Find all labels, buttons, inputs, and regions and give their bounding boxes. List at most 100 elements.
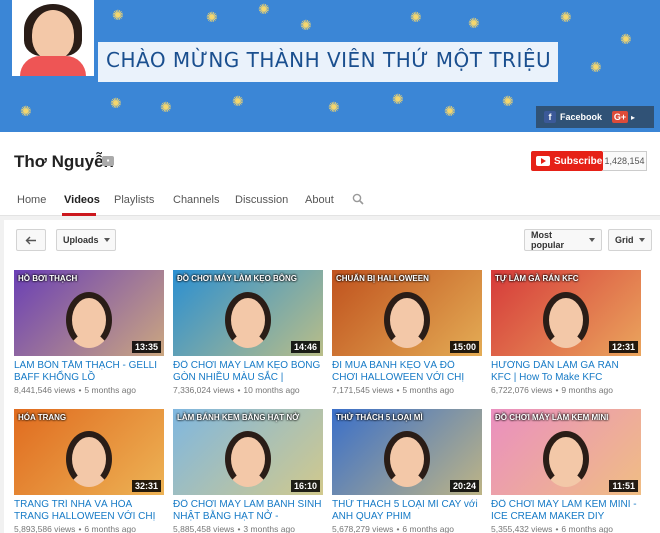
chevron-down-icon [103, 238, 110, 242]
video-thumbnail[interactable]: CHUẨN BỊ HALLOWEEN 15:00 [332, 270, 482, 356]
video-duration: 14:46 [290, 341, 320, 353]
video-card[interactable]: ĐỒ CHƠI MÁY LÀM KẸO BÔNG 14:46 ĐỒ CHƠI MÁY… [173, 270, 323, 395]
video-card[interactable]: HỒ BƠI THẠCH 13:35 LÀM BỒN TẮM THẠCH - GEL… [14, 270, 164, 395]
thumbnail-figure [543, 292, 589, 348]
channel-avatar[interactable] [12, 0, 94, 76]
video-duration: 13:35 [131, 341, 161, 353]
video-views: 5,885,458 views [173, 524, 235, 533]
video-title[interactable]: HƯỚNG DẪN LÀM GÀ RÁN KFC | How To Make K… [491, 360, 641, 384]
video-thumbnail[interactable]: HỒ BƠI THẠCH 13:35 [14, 270, 164, 356]
video-thumbnail[interactable]: TỰ LÀM GÀ RÁN KFC 12:31 [491, 270, 641, 356]
video-thumbnail[interactable]: ĐỒ CHƠI MÁY LÀM KEM MINI 11:51 [491, 409, 641, 495]
video-views: 8,441,546 views [14, 385, 76, 395]
facebook-link-label: Facebook [560, 112, 603, 122]
video-thumbnail[interactable]: HÓA TRANG 32:31 [14, 409, 164, 495]
video-age: 6 months ago [402, 524, 454, 533]
video-grid: HỒ BƠI THẠCH 13:35 LÀM BỒN TẮM THẠCH - GEL… [4, 260, 660, 533]
video-views: 5,893,586 views [14, 524, 76, 533]
video-duration: 12:31 [608, 341, 638, 353]
tab-home[interactable]: Home [17, 194, 46, 206]
video-age: 6 months ago [84, 524, 136, 533]
thumbnail-caption: HỒ BƠI THẠCH [18, 274, 78, 283]
video-card[interactable]: CHUẨN BỊ HALLOWEEN 15:00 ĐI MUA BÁNH KẸO V… [332, 270, 482, 395]
chevron-down-icon [638, 238, 645, 242]
facebook-icon: f [544, 111, 556, 123]
channel-header: Thơ Nguyễn ▪ Subscribe 1,428,154 Home Vi… [0, 132, 660, 216]
view-mode-label: Grid [615, 235, 634, 245]
uploads-dropdown-label: Uploads [63, 235, 99, 245]
video-views: 5,355,432 views [491, 524, 553, 533]
video-title[interactable]: TRANG TRÍ NHÀ VÀ HÓA TRANG HALLOWEEN VỚI… [14, 499, 164, 523]
channel-tabs: Home Videos Playlists Channels Discussio… [0, 188, 660, 216]
meta-separator: • [237, 524, 241, 533]
video-duration: 16:10 [290, 480, 320, 492]
chevron-down-icon [589, 238, 595, 242]
banner-tagline-box: CHÀO MỪNG THÀNH VIÊN THỨ MỘT TRIỆU [98, 42, 558, 82]
video-title[interactable]: ĐỒ CHƠI MÁY LÀM BÁNH SINH NHẬT BẰNG HẠT … [173, 499, 323, 523]
video-duration: 20:24 [449, 480, 479, 492]
video-meta: 5,893,586 views • 6 months ago [14, 524, 164, 533]
thumbnail-figure [66, 431, 112, 487]
video-views: 7,336,024 views [173, 385, 235, 395]
video-meta: 5,885,458 views • 3 months ago [173, 524, 323, 533]
video-meta: 7,171,545 views • 5 months ago [332, 385, 482, 395]
video-thumbnail[interactable]: LÀM BÁNH KEM BẰNG HẠT NỞ 16:10 [173, 409, 323, 495]
channel-banner: ✺ ✺ ✺ ✺ ✺ ✺ ✺ ✺ ✺ ✺ ✺ ✺ ✺ ✺ ✺ ✺ ✺ CHÀO M… [0, 0, 660, 132]
subscribe-button[interactable]: Subscribe [531, 151, 603, 171]
video-card[interactable]: HÓA TRANG 32:31 TRANG TRÍ NHÀ VÀ HÓA TRANG… [14, 409, 164, 533]
video-duration: 15:00 [449, 341, 479, 353]
thumbnail-figure [543, 431, 589, 487]
video-duration: 11:51 [609, 480, 638, 492]
video-title[interactable]: ĐỒ CHƠI MÁY LÀM KẸO BÔNG GÒN NHIỀU MÀU S… [173, 360, 323, 384]
banner-tagline: CHÀO MỪNG THÀNH VIÊN THỨ MỘT TRIỆU [106, 48, 552, 72]
external-link-arrow-icon: ▸ [631, 112, 636, 122]
meta-separator: • [237, 385, 241, 395]
tab-playlists[interactable]: Playlists [114, 194, 154, 206]
video-meta: 5,355,432 views • 6 months ago [491, 524, 641, 533]
video-meta: 7,336,024 views • 10 months ago [173, 385, 323, 395]
videos-toolbar: Uploads Most popular Grid [4, 220, 660, 260]
video-card[interactable]: ĐỒ CHƠI MÁY LÀM KEM MINI 11:51 ĐỒ CHƠI MÁY… [491, 409, 641, 533]
thumbnail-figure [384, 292, 430, 348]
video-title[interactable]: ĐI MUA BÁNH KẸO VÀ ĐỒ CHƠI HALLOWEEN VỚI… [332, 360, 482, 384]
video-title[interactable]: ĐỒ CHƠI MÁY LÀM KEM MINI - ICE CREAM MAK… [491, 499, 641, 523]
thumbnail-caption: HÓA TRANG [18, 413, 67, 422]
video-age: 10 months ago [243, 385, 300, 395]
active-tab-indicator [62, 213, 96, 216]
facebook-link[interactable]: f Facebook [536, 106, 606, 128]
tab-videos[interactable]: Videos [64, 194, 100, 206]
thumbnail-caption: TỰ LÀM GÀ RÁN KFC [495, 274, 579, 283]
google-plus-link[interactable]: G+ ▸ [606, 106, 654, 128]
video-title[interactable]: THỬ THÁCH 5 LOẠI MÌ CAY với ANH QUAY PHI… [332, 499, 482, 523]
thumbnail-figure [225, 292, 271, 348]
thumbnail-figure [384, 431, 430, 487]
tab-channels[interactable]: Channels [173, 194, 219, 206]
video-card[interactable]: THỬ THÁCH 5 LOẠI MÌ 20:24 THỬ THÁCH 5 LOẠI… [332, 409, 482, 533]
meta-separator: • [396, 524, 400, 533]
video-title[interactable]: LÀM BỒN TẮM THẠCH - GELLI BAFF KHỔNG LỒ [14, 360, 164, 384]
search-icon[interactable] [352, 193, 364, 205]
video-thumbnail[interactable]: THỬ THÁCH 5 LOẠI MÌ 20:24 [332, 409, 482, 495]
view-mode-dropdown[interactable]: Grid [608, 229, 652, 251]
channel-name[interactable]: Thơ Nguyễn [14, 152, 114, 172]
video-views: 7,171,545 views [332, 385, 394, 395]
google-plus-icon: G+ [612, 111, 628, 123]
video-thumbnail[interactable]: ĐỒ CHƠI MÁY LÀM KẸO BÔNG 14:46 [173, 270, 323, 356]
video-card[interactable]: TỰ LÀM GÀ RÁN KFC 12:31 HƯỚNG DẪN LÀM GÀ R… [491, 270, 641, 395]
thumbnail-caption: THỬ THÁCH 5 LOẠI MÌ [336, 413, 423, 422]
video-views: 5,678,279 views [332, 524, 394, 533]
video-duration: 32:31 [131, 480, 161, 492]
thumbnail-figure [225, 431, 271, 487]
video-age: 6 months ago [561, 524, 613, 533]
tab-discussion[interactable]: Discussion [235, 194, 288, 206]
meta-separator: • [555, 524, 559, 533]
video-age: 3 months ago [243, 524, 295, 533]
back-button[interactable] [16, 229, 46, 251]
tab-about[interactable]: About [305, 194, 334, 206]
video-card[interactable]: LÀM BÁNH KEM BẰNG HẠT NỞ 16:10 ĐỒ CHƠI MÁY… [173, 409, 323, 533]
video-meta: 5,678,279 views • 6 months ago [332, 524, 482, 533]
sort-dropdown[interactable]: Most popular [524, 229, 602, 251]
sort-dropdown-label: Most popular [531, 230, 564, 250]
uploads-dropdown[interactable]: Uploads [56, 229, 116, 251]
meta-separator: • [78, 524, 82, 533]
